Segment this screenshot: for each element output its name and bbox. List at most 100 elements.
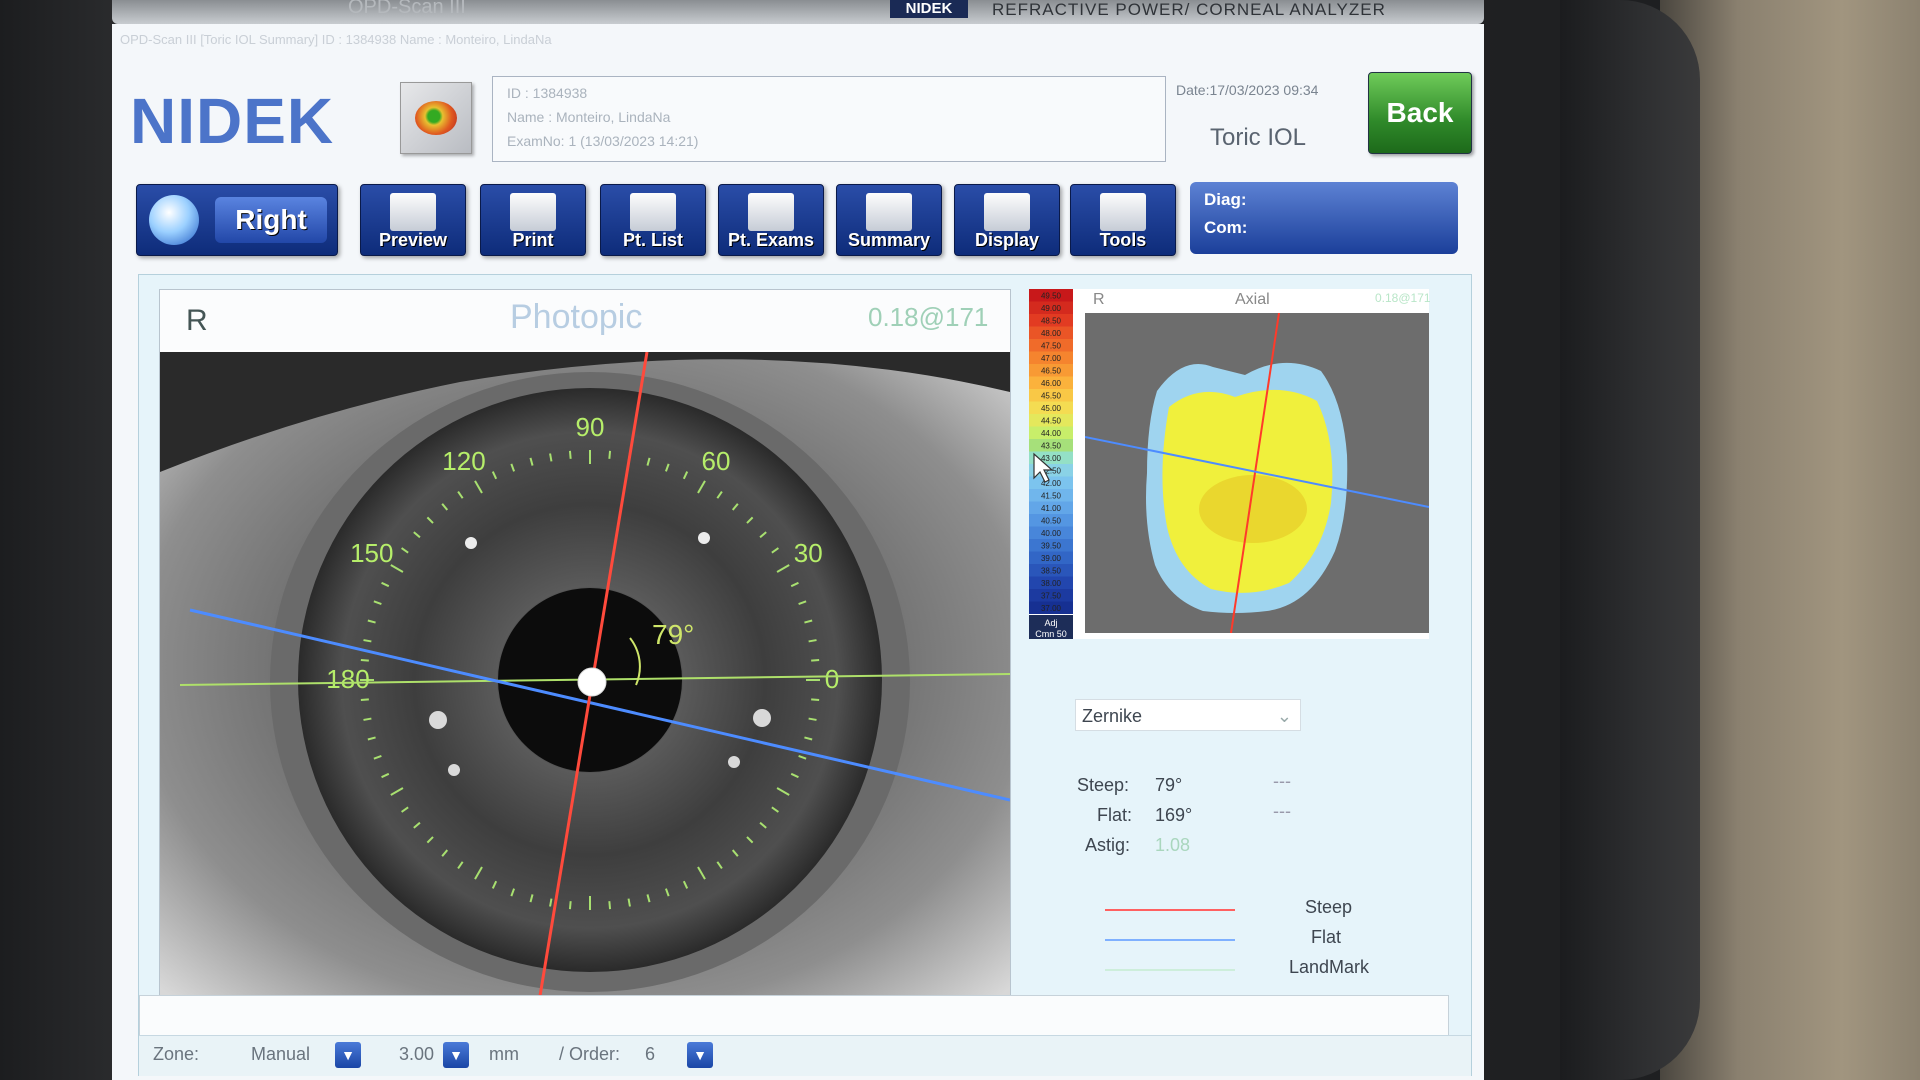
preview-button[interactable]: Preview (360, 184, 466, 256)
degree-tick (360, 658, 369, 662)
diameter-dropdown-arrow[interactable]: ▼ (443, 1042, 469, 1068)
pt-list-button[interactable]: Pt. List (600, 184, 706, 256)
analysis-method-select[interactable]: Zernike ⌄ (1075, 699, 1301, 731)
patient-info-box: ID : 1384938 Name : Monteiro, LindaNa Ex… (492, 76, 1166, 162)
steep-legend-line (1105, 909, 1235, 911)
device-top-strip: OPD-Scan III NIDEK REFRACTIVE POWER/ COR… (112, 0, 1484, 24)
eye-select-button[interactable]: Right (136, 184, 338, 256)
monitor-edge (1560, 0, 1700, 1080)
topo-title: Axial (1235, 291, 1270, 308)
scale-value: 48.00 (1041, 329, 1062, 338)
patient-name: Name : Monteiro, LindaNa (507, 109, 671, 125)
scale-value: 47.00 (1041, 354, 1062, 363)
image-astig-value: 0.18@171 (868, 302, 989, 332)
display-button[interactable]: Display (954, 184, 1060, 256)
diag-label: Diag: (1204, 190, 1247, 209)
scale-footer: Cmn 50 (1035, 629, 1067, 639)
astig-label: Astig: (1085, 835, 1131, 855)
axial-topography-panel: 49.50 49.00 48.50 48.00 47.50 47.00 46.50 46.00… (1029, 289, 1431, 639)
zone-label: Zone: (153, 1044, 200, 1064)
degree-label: 60 (702, 446, 731, 476)
window-title: OPD-Scan III [Toric IOL Summary] ID : 13… (120, 32, 552, 47)
degree-tick (549, 898, 553, 907)
steep-label: Steep: (1077, 775, 1130, 795)
degree-tick (363, 717, 372, 721)
scale-value: 39.50 (1041, 542, 1062, 551)
scale-value: 38.00 (1041, 579, 1062, 588)
summary-button[interactable]: Summary (836, 184, 942, 256)
diagnosis-comment-box[interactable]: Diag: Com: (1190, 182, 1458, 254)
degree-tick (808, 639, 817, 643)
com-label: Com: (1204, 218, 1248, 237)
scale-value: 47.50 (1041, 342, 1062, 351)
flat-label: Flat: (1097, 805, 1133, 825)
topo-value: 0.18@171 (1375, 291, 1431, 305)
degree-tick (627, 898, 631, 907)
zone-dropdown-arrow[interactable]: ▼ (335, 1042, 361, 1068)
eye-orb-icon (149, 195, 199, 245)
analysis-method-value: Zernike (1082, 706, 1143, 726)
axial-map[interactable] (1085, 313, 1429, 633)
preview-label: Preview (378, 230, 448, 250)
mode-title: Toric IOL (1210, 124, 1307, 151)
pt-list-label: Pt. List (622, 230, 683, 250)
eye-image[interactable]: 90 120 60 150 30 180 0 79° (160, 352, 1010, 1008)
photopic-image-panel: R Photopic 0.18@171 90 120 60 150 30 180… (159, 289, 1011, 1011)
order-label: / Order: (559, 1044, 621, 1064)
print-button[interactable]: Print (480, 184, 586, 256)
print-label: Print (512, 230, 554, 250)
patient-icon (630, 193, 676, 231)
scale-value: 49.00 (1041, 304, 1062, 313)
display-icon (984, 193, 1030, 231)
device-brand-badge: NIDEK (890, 0, 968, 18)
printer-icon (510, 193, 556, 231)
landmark-legend-line (1105, 969, 1235, 971)
degree-label: 30 (794, 538, 823, 568)
notes-field[interactable] (139, 995, 1449, 1037)
topography-app-icon (400, 82, 472, 154)
summary-label: Summary (847, 230, 931, 250)
tools-icon (1100, 193, 1146, 231)
image-title: Photopic (510, 298, 643, 336)
scale-value: 43.50 (1041, 442, 1062, 451)
zone-value: Manual (251, 1044, 311, 1064)
device-top-label: OPD-Scan III (348, 0, 466, 18)
degree-tick (808, 717, 817, 721)
device-product-name: REFRACTIVE POWER/ CORNEAL ANALYZER (992, 0, 1386, 19)
scale-value: 38.50 (1041, 567, 1062, 576)
current-date: Date:17/03/2023 09:34 (1176, 82, 1319, 98)
steep-legend-label: Steep (1305, 897, 1353, 917)
astig-value: 1.08 (1155, 835, 1191, 855)
order-value: 6 (645, 1044, 656, 1064)
order-dropdown-arrow[interactable]: ▼ (687, 1042, 713, 1068)
degree-tick (363, 639, 372, 643)
degree-label: 90 (576, 412, 605, 442)
tools-button[interactable]: Tools (1070, 184, 1176, 256)
image-panel-header: R Photopic 0.18@171 (160, 290, 1010, 350)
scale-value: 39.00 (1041, 554, 1062, 563)
degree-tick (608, 450, 612, 459)
scale-value: 44.50 (1041, 417, 1062, 426)
scale-value: 45.00 (1041, 404, 1062, 413)
patient-id: ID : 1384938 (507, 85, 588, 101)
flat-extra: --- (1273, 801, 1291, 821)
degree-label: 180 (326, 664, 369, 694)
degree-tick (608, 901, 612, 910)
scale-value: 37.00 (1041, 604, 1062, 613)
pt-exams-button[interactable]: Pt. Exams (718, 184, 824, 256)
nidek-logo: NIDEK (130, 85, 335, 157)
display-label: Display (974, 230, 1040, 250)
scale-value: 46.00 (1041, 379, 1062, 388)
steep-extra: --- (1273, 771, 1291, 791)
flat-legend-label: Flat (1311, 927, 1342, 947)
topo-eye-label: R (1093, 291, 1105, 308)
diameter-value: 3.00 (399, 1044, 435, 1064)
degree-label: 150 (350, 538, 393, 568)
flat-legend-line (1105, 939, 1235, 941)
scale-footer: Adj (1044, 618, 1057, 628)
flat-value: 169° (1155, 805, 1193, 825)
image-eye-label: R (186, 304, 208, 337)
degree-tick (360, 698, 369, 702)
exam-number: ExamNo: 1 (13/03/2023 14:21) (507, 133, 699, 149)
back-button[interactable]: Back (1368, 72, 1472, 154)
